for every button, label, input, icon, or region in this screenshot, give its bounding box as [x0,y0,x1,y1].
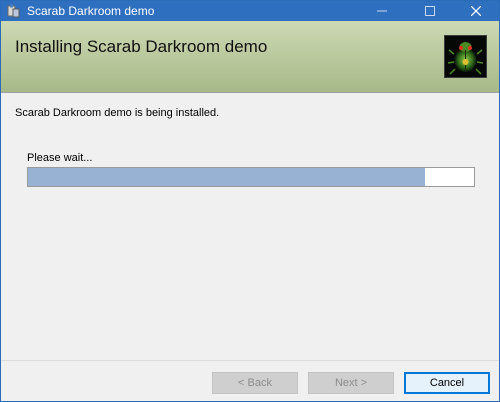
banner-separator [1,92,499,93]
cancel-button[interactable]: Cancel [404,372,490,394]
please-wait-label: Please wait... [27,152,93,164]
window-title: Scarab Darkroom demo [27,4,155,18]
install-progress-bar [27,167,475,187]
close-icon [471,6,481,16]
installer-app-icon [7,4,20,18]
installer-window: Scarab Darkroom demo Installing Scarab D… [0,0,500,402]
scarab-logo-icon [444,35,487,78]
maximize-icon [425,6,435,16]
banner-title: Installing Scarab Darkroom demo [15,37,268,56]
title-bar[interactable]: Scarab Darkroom demo [1,1,499,21]
minimize-icon [377,10,387,12]
maximize-button[interactable] [407,1,453,21]
footer-separator [1,360,499,361]
minimize-button[interactable] [359,1,405,21]
install-status-text: Scarab Darkroom demo is being installed. [15,107,220,119]
back-button[interactable]: < Back [212,372,298,394]
close-button[interactable] [453,1,499,21]
next-button[interactable]: Next > [308,372,394,394]
progress-fill [28,168,425,186]
header-banner: Installing Scarab Darkroom demo [1,21,499,92]
